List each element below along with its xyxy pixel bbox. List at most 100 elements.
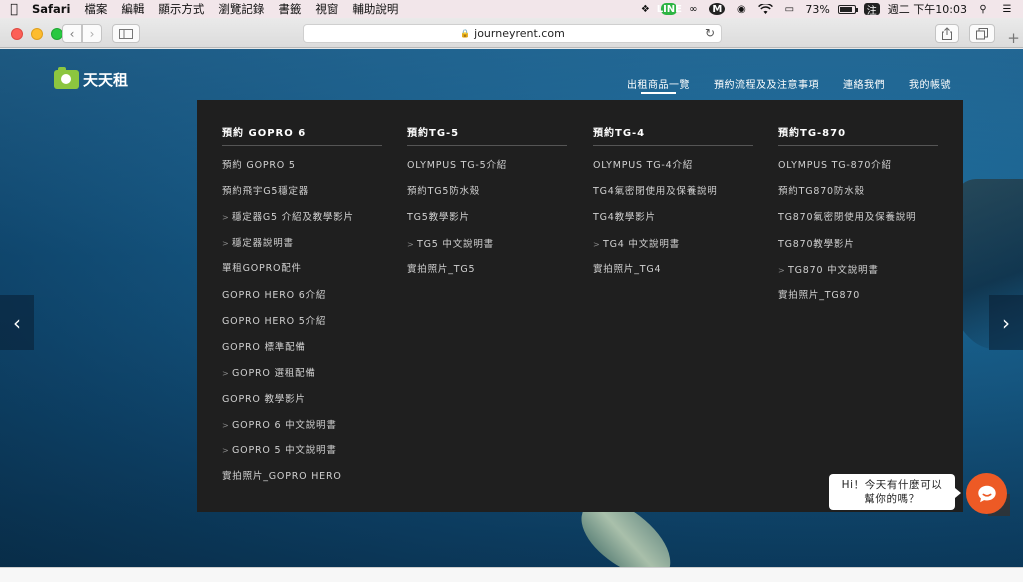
nav-rental-products[interactable]: 出租商品一覽 <box>627 76 690 94</box>
share-button[interactable] <box>935 24 959 43</box>
menu-view[interactable]: 顯示方式 <box>151 1 211 17</box>
menu-item[interactable]: 實拍照片_TG5 <box>407 263 567 289</box>
submenu-item[interactable]: TG870 中文說明書 <box>778 264 938 290</box>
battery-icon[interactable] <box>837 4 858 14</box>
creative-cloud-icon[interactable]: ∞ <box>685 3 701 15</box>
submenu-item[interactable]: 穩定器說明書 <box>222 237 382 263</box>
chat-greeting-line: 幫你的嗎？ <box>864 493 920 505</box>
submenu-item[interactable]: 穩定器G5 介紹及教學影片 <box>222 211 382 237</box>
airplay-icon[interactable]: ▭ <box>781 3 797 15</box>
forward-button[interactable]: › <box>82 24 102 43</box>
m-app-icon[interactable]: M <box>709 3 726 15</box>
app-menu[interactable]: Safari <box>28 2 77 16</box>
macos-menu-bar:  Safari 檔案 編輯 顯示方式 瀏覽記錄 書籤 視窗 輔助說明 ❖ LI… <box>0 0 1023 18</box>
site-logo-text: 天天租 <box>83 71 129 89</box>
menu-item[interactable]: TG5教學影片 <box>407 211 567 237</box>
menu-item[interactable]: 預約TG870防水殼 <box>778 185 938 211</box>
sidebar-icon <box>119 28 133 39</box>
menu-column-tg870: 預約TG-870 OLYMPUS TG-870介紹 預約TG870防水殼 TG8… <box>778 124 938 315</box>
menu-item[interactable]: TG870氣密閉使用及保養說明 <box>778 211 938 237</box>
clock[interactable]: 週二 下午10:03 <box>888 1 967 17</box>
menu-history[interactable]: 瀏覽記錄 <box>211 1 271 17</box>
menu-column-tg4: 預約TG-4 OLYMPUS TG-4介紹 TG4氣密閉使用及保養說明 TG4教… <box>593 124 753 289</box>
menu-item[interactable]: 單租GOPRO配件 <box>222 262 382 288</box>
minimize-window-button[interactable] <box>31 28 43 40</box>
site-logo[interactable]: 天天租 <box>54 67 129 90</box>
tabs-overview-icon <box>976 27 988 39</box>
window-controls <box>11 28 63 40</box>
menu-item[interactable]: OLYMPUS TG-5介紹 <box>407 159 567 185</box>
apple-menu-icon[interactable]:  <box>0 2 28 17</box>
submenu-item[interactable]: TG4 中文說明書 <box>593 238 753 264</box>
address-bar[interactable]: 🔒 journeyrent.com ↻ <box>303 24 722 43</box>
menu-item[interactable]: TG870教學影片 <box>778 238 938 264</box>
security-icon[interactable]: ◉ <box>733 3 749 15</box>
menu-item[interactable]: 實拍照片_TG870 <box>778 289 938 315</box>
menu-item[interactable]: GOPRO 教學影片 <box>222 393 382 419</box>
nav-my-account[interactable]: 我的帳號 <box>909 76 951 91</box>
new-tab-button[interactable]: + <box>1004 28 1023 48</box>
lock-icon: 🔒 <box>460 29 471 38</box>
share-icon <box>942 27 952 40</box>
back-button[interactable]: ‹ <box>62 24 82 43</box>
menu-item[interactable]: 預約TG5防水殼 <box>407 185 567 211</box>
menu-item[interactable]: OLYMPUS TG-4介紹 <box>593 159 753 185</box>
battery-level <box>839 6 852 12</box>
url-text: journeyrent.com <box>474 27 565 40</box>
input-method-icon[interactable]: 注 <box>863 3 880 17</box>
nav-contact-us[interactable]: 連絡我們 <box>843 76 885 91</box>
notification-center-icon[interactable]: ☰ <box>999 3 1015 15</box>
slider-next-button[interactable]: › <box>989 295 1023 350</box>
menu-item[interactable]: GOPRO HERO 6介紹 <box>222 289 382 315</box>
menu-item[interactable]: 實拍照片_GOPRO HERO <box>222 470 382 496</box>
chevron-right-icon: › <box>89 26 95 41</box>
menu-file[interactable]: 檔案 <box>77 1 114 17</box>
close-window-button[interactable] <box>11 28 23 40</box>
menu-item[interactable]: 實拍照片_TG4 <box>593 263 753 289</box>
menu-help[interactable]: 輔助說明 <box>345 1 405 17</box>
menu-column-tg5: 預約TG-5 OLYMPUS TG-5介紹 預約TG5防水殼 TG5教學影片 T… <box>407 124 567 289</box>
menu-edit[interactable]: 編輯 <box>114 1 151 17</box>
status-menus: ❖ LINE ∞ M ◉ ▭ 73% 注 週二 下午10:03 ⚲ ☰ <box>637 1 1023 17</box>
menu-list: OLYMPUS TG-870介紹 預約TG870防水殼 TG870氣密閉使用及保… <box>778 159 938 315</box>
reload-icon[interactable]: ↻ <box>705 26 715 40</box>
menu-column-heading[interactable]: 預約TG-870 <box>778 124 938 146</box>
chat-open-button[interactable] <box>966 473 1007 514</box>
nav-booking-process[interactable]: 預約流程及及注意事項 <box>714 76 819 91</box>
menu-item[interactable]: OLYMPUS TG-870介紹 <box>778 159 938 185</box>
submenu-item[interactable]: GOPRO 5 中文說明書 <box>222 444 382 470</box>
chevron-right-icon: › <box>1002 310 1010 335</box>
menu-item[interactable]: GOPRO HERO 5介紹 <box>222 315 382 341</box>
menu-bookmarks[interactable]: 書籤 <box>271 1 308 17</box>
battery-percent: 73% <box>805 2 830 16</box>
menu-column-heading[interactable]: 預約TG-5 <box>407 124 567 146</box>
chat-greeting-bubble[interactable]: Hi！今天有什麼可以 幫你的嗎？ <box>829 474 961 510</box>
sidebar-toggle-button[interactable] <box>112 24 140 43</box>
menu-window[interactable]: 視窗 <box>308 1 345 17</box>
menu-list: OLYMPUS TG-4介紹 TG4氣密閉使用及保養說明 TG4教學影片 TG4… <box>593 159 753 289</box>
line-icon[interactable]: LINE <box>657 3 682 15</box>
show-tabs-button[interactable] <box>969 24 995 43</box>
menu-item[interactable]: TG4氣密閉使用及保養說明 <box>593 185 753 211</box>
menu-item[interactable]: 預約飛宇G5穩定器 <box>222 185 382 211</box>
dropbox-icon[interactable]: ❖ <box>637 3 653 15</box>
camera-logo-icon <box>54 67 79 89</box>
menu-item[interactable]: TG4教學影片 <box>593 211 753 237</box>
chevron-left-icon: ‹ <box>69 26 75 41</box>
main-navigation: 出租商品一覽 預約流程及及注意事項 連絡我們 我的帳號 <box>627 76 951 94</box>
slider-prev-button[interactable]: ‹ <box>0 295 34 350</box>
menu-item[interactable]: 預約 GOPRO 5 <box>222 159 382 185</box>
submenu-item[interactable]: TG5 中文說明書 <box>407 238 567 264</box>
plus-icon: + <box>1007 29 1020 47</box>
spotlight-search-icon[interactable]: ⚲ <box>975 3 991 15</box>
wifi-icon[interactable] <box>757 3 773 15</box>
menu-item[interactable]: GOPRO 標準配備 <box>222 341 382 367</box>
menu-column-heading[interactable]: 預約TG-4 <box>593 124 753 146</box>
chevron-left-icon: ‹ <box>13 310 21 335</box>
menu-column-heading[interactable]: 預約 GOPRO 6 <box>222 124 382 146</box>
chat-bubble-icon <box>977 485 996 502</box>
products-mega-menu: 預約 GOPRO 6 預約 GOPRO 5 預約飛宇G5穩定器 穩定器G5 介紹… <box>197 100 963 512</box>
submenu-item[interactable]: GOPRO 6 中文說明書 <box>222 419 382 445</box>
menu-list: 預約 GOPRO 5 預約飛宇G5穩定器 穩定器G5 介紹及教學影片 穩定器說明… <box>222 159 382 496</box>
submenu-item[interactable]: GOPRO 選租配備 <box>222 367 382 393</box>
